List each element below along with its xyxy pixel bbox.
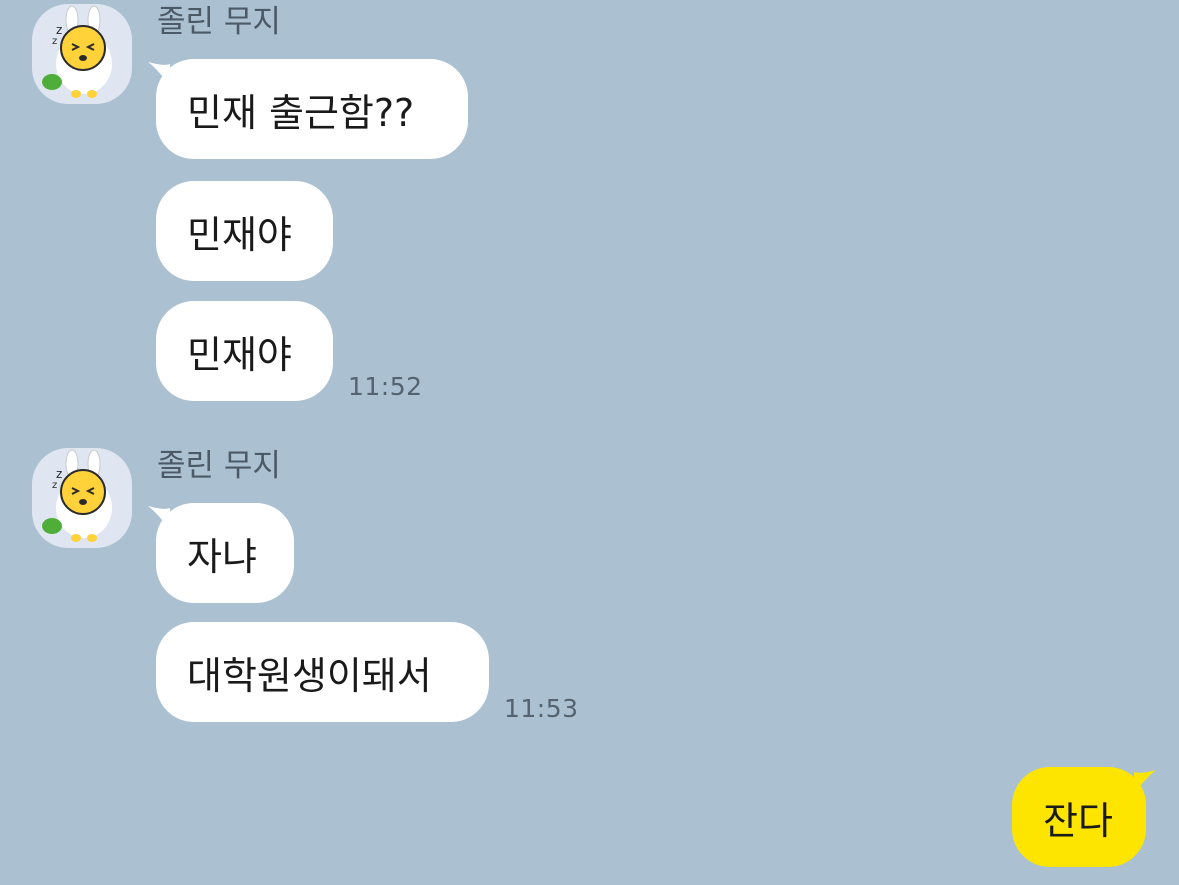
message-timestamp: 11:52 [348, 372, 423, 401]
message-bubble[interactable]: 자냐 [156, 503, 294, 603]
message-bubble[interactable]: 민재야 [156, 301, 333, 401]
message-bubble[interactable]: 민재 출근함?? [156, 59, 468, 159]
svg-text:z: z [52, 480, 57, 491]
sender-name: 졸린 무지 [157, 4, 281, 40]
message-bubble[interactable]: 민재야 [156, 181, 333, 281]
svg-text:z: z [52, 36, 57, 47]
message-timestamp: 11:53 [504, 694, 579, 723]
muzi-bunny-avatar-icon[interactable]: z z [32, 448, 132, 548]
muzi-bunny-avatar-icon[interactable]: z z [32, 4, 132, 104]
message-bubble[interactable]: 대학원생이돼서 [156, 622, 489, 722]
svg-text:z: z [56, 23, 62, 37]
svg-text:z: z [56, 467, 62, 481]
sender-name: 졸린 무지 [157, 448, 281, 484]
my-message-bubble[interactable]: 잔다 [1012, 767, 1146, 867]
